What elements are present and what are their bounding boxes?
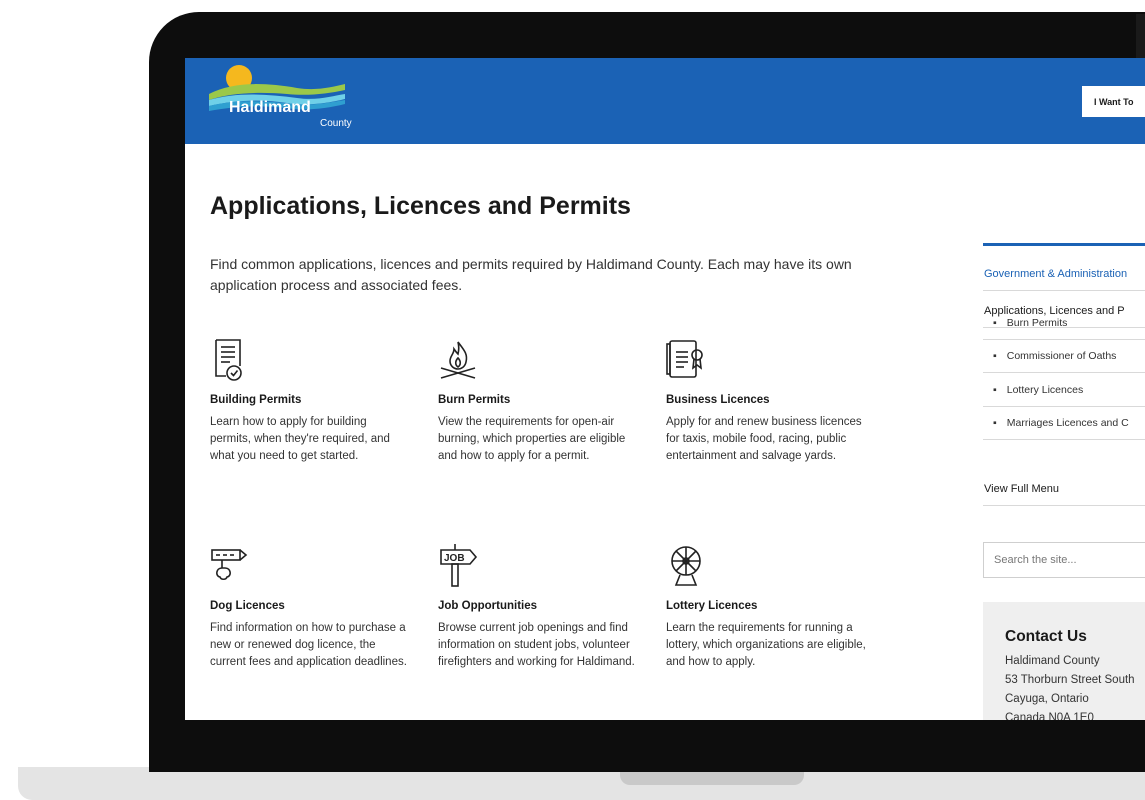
lottery-wheel-icon bbox=[671, 546, 701, 586]
sidebar-item-lottery-licences[interactable]: Lottery Licences bbox=[993, 384, 1143, 396]
contact-title: Contact Us bbox=[1005, 628, 1087, 645]
job-sign-icon: JOB bbox=[440, 544, 478, 587]
card-description: Apply for and renew business licences fo… bbox=[666, 416, 862, 462]
sidebar-view-full-menu-link[interactable]: View Full Menu bbox=[984, 483, 1059, 495]
card-description: Browse current job openings and find inf… bbox=[438, 622, 635, 668]
search-input[interactable] bbox=[983, 542, 1145, 578]
card-title[interactable]: Lottery Licences bbox=[666, 600, 866, 612]
document-certificate-icon bbox=[215, 339, 242, 381]
sidebar-item-marriage-licences[interactable]: Marriages Licences and C bbox=[993, 417, 1143, 429]
card-title[interactable]: Building Permits bbox=[210, 394, 410, 406]
card-dog-licences[interactable]: Dog Licences Find information on how to … bbox=[210, 544, 410, 671]
page-intro: Find common applications, licences and p… bbox=[210, 256, 852, 293]
contact-line-org: Haldimand County bbox=[1005, 655, 1100, 667]
sidebar-current-section[interactable]: Applications, Licences and P bbox=[984, 305, 1125, 317]
site-header: Haldimand County I Want To bbox=[185, 58, 1145, 144]
contact-line-city: Cayuga, Ontario bbox=[1005, 693, 1089, 705]
sidebar-parent-link[interactable]: Government & Administration bbox=[984, 268, 1127, 280]
card-lottery-licences[interactable]: Lottery Licences Learn the requirements … bbox=[666, 544, 866, 671]
dog-tag-icon bbox=[211, 549, 248, 581]
licence-document-icon bbox=[666, 340, 703, 378]
sidebar-divider bbox=[983, 505, 1145, 506]
contact-line-country: Canada N0A 1E0 bbox=[1005, 712, 1094, 720]
browser-screen: Haldimand County I Want To Applications,… bbox=[185, 58, 1145, 720]
card-description: Learn the requirements for running a lot… bbox=[666, 622, 866, 668]
sidebar-divider bbox=[983, 290, 1145, 291]
card-title[interactable]: Dog Licences bbox=[210, 600, 410, 612]
sidebar-divider bbox=[983, 372, 1145, 373]
sidebar-item-commissioner-of-oaths[interactable]: Commissioner of Oaths bbox=[993, 350, 1143, 362]
logo-subtitle: County bbox=[320, 118, 352, 129]
sidebar-divider bbox=[983, 406, 1145, 407]
campfire-icon bbox=[440, 341, 476, 379]
i-want-to-button[interactable]: I Want To bbox=[1082, 86, 1145, 117]
card-title[interactable]: Business Licences bbox=[666, 394, 866, 406]
card-title[interactable]: Job Opportunities bbox=[438, 600, 638, 612]
contact-line-street: 53 Thorburn Street South bbox=[1005, 674, 1135, 686]
sidebar-accent-rule bbox=[983, 243, 1145, 246]
svg-text:JOB: JOB bbox=[444, 553, 465, 564]
card-building-permits[interactable]: Building Permits Learn how to apply for … bbox=[210, 338, 410, 465]
sidebar-item-burn-permits[interactable]: Burn Permits bbox=[993, 317, 1143, 329]
page-title: Applications, Licences and Permits bbox=[210, 192, 631, 220]
card-description: Find information on how to purchase a ne… bbox=[210, 622, 407, 668]
card-title[interactable]: Burn Permits bbox=[438, 394, 638, 406]
logo-wordmark: Haldimand bbox=[229, 99, 311, 116]
card-job-opportunities[interactable]: JOB Job Opportunities Browse current job… bbox=[438, 544, 638, 671]
card-description: Learn how to apply for building permits,… bbox=[210, 416, 390, 462]
sidebar-divider bbox=[983, 439, 1145, 440]
contact-us-panel: Contact Us Haldimand County 53 Thorburn … bbox=[983, 602, 1145, 720]
sidebar-divider bbox=[983, 339, 1145, 340]
card-burn-permits[interactable]: Burn Permits View the requirements for o… bbox=[438, 338, 638, 465]
card-description: View the requirements for open-air burni… bbox=[438, 416, 626, 462]
card-business-licences[interactable]: Business Licences Apply for and renew bu… bbox=[666, 338, 866, 465]
